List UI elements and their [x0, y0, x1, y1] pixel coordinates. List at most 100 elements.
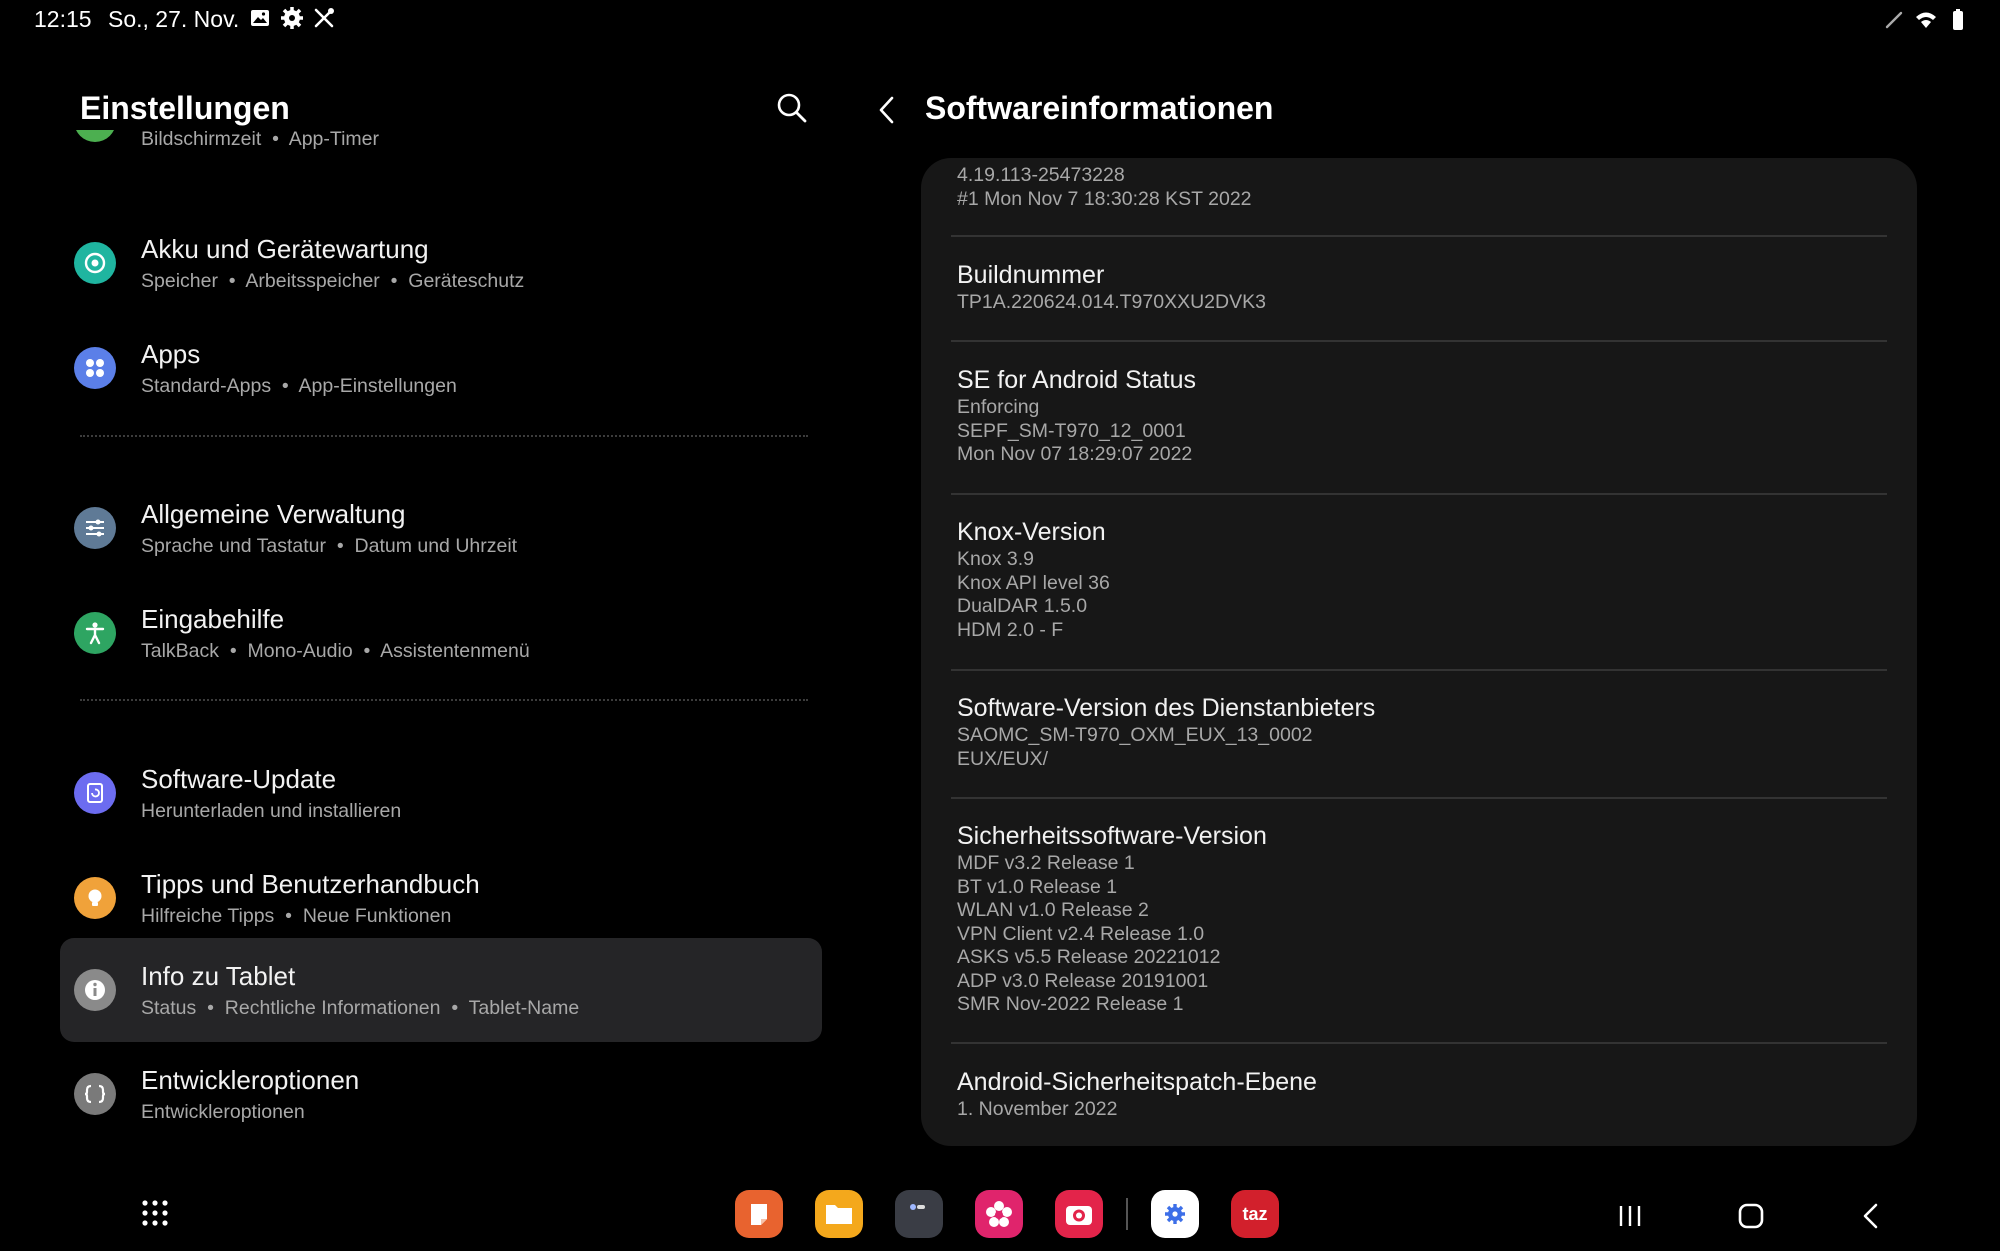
info-line: ADP v3.0 Release 20191001: [957, 969, 1209, 992]
gallery-icon: [251, 10, 269, 26]
tips-icon: [74, 877, 116, 919]
settings-item-apps[interactable]: Apps Standard-Apps • App-Einstellungen: [60, 317, 822, 421]
info-line: 4.19.113-25473228: [957, 164, 1125, 186]
info-title: Android-Sicherheitspatch-Ebene: [957, 1068, 1317, 1096]
settings-item-software-update[interactable]: Software-Update Herunterladen und instal…: [60, 742, 822, 846]
general-management-icon: [74, 507, 116, 549]
settings-title: Einstellungen: [80, 90, 290, 126]
info-title: Knox-Version: [957, 518, 1106, 546]
settings-item-title: Software-Update: [141, 764, 337, 794]
divider: [951, 340, 1887, 342]
info-title: Sicherheitssoftware-Version: [957, 822, 1267, 850]
info-line: Knox API level 36: [957, 571, 1110, 594]
divider: [951, 797, 1887, 799]
settings-item-digital-wellbeing[interactable]: Bildschirmzeit • App-Timer: [60, 130, 822, 174]
wifi-icon: [1916, 12, 1936, 28]
info-line: SAOMC_SM-T970_OXM_EUX_13_0002: [957, 724, 1313, 746]
app-drawer-icon[interactable]: [140, 1198, 170, 1228]
date: So., 27. Nov.: [108, 6, 240, 32]
apps-icon: [74, 347, 116, 389]
settings-item-title: Eingabehilfe: [141, 604, 285, 634]
status-bar: 12:15 So., 27. Nov.: [0, 0, 2000, 40]
settings-item-title: Akku und Gerätewartung: [141, 234, 429, 264]
security-software-version-block[interactable]: Sicherheitssoftware-Version MDF v3.2 Rel…: [957, 820, 1881, 1017]
developer-options-icon: [74, 1073, 116, 1115]
info-line: Enforcing: [957, 396, 1040, 418]
info-line: MDF v3.2 Release 1: [957, 852, 1135, 874]
camera-app-icon[interactable]: [1055, 1190, 1103, 1238]
settings-item-battery-device-care[interactable]: Akku und Gerätewartung Speicher • Arbeit…: [60, 212, 822, 316]
files-app-icon[interactable]: [815, 1190, 863, 1238]
dock-separator: [1126, 1198, 1128, 1230]
software-info-card: 4.19.113-25473228 #1 Mon Nov 7 18:30:28 …: [921, 158, 1917, 1146]
settings-item-title: Info zu Tablet: [141, 961, 296, 991]
section-divider: [80, 699, 808, 701]
security-patch-level-block[interactable]: Android-Sicherheitspatch-Ebene 1. Novemb…: [957, 1066, 1881, 1122]
notification-icons: [248, 6, 336, 30]
pen-icon: [1885, 11, 1903, 29]
knox-version-block[interactable]: Knox-Version Knox 3.9 Knox API level 36 …: [957, 516, 1881, 642]
clock: 12:15: [34, 6, 92, 32]
settings-item-subtitle: Speicher • Arbeitsspeicher • Geräteschut…: [141, 270, 525, 292]
settings-app-icon[interactable]: [1151, 1190, 1199, 1238]
info-title: Buildnummer: [957, 261, 1105, 289]
settings-item-title: Tipps und Benutzerhandbuch: [141, 869, 480, 899]
settings-item-subtitle: Entwickleroptionen: [141, 1101, 305, 1123]
settings-item-subtitle: Standard-Apps • App-Einstellungen: [141, 375, 457, 397]
wellbeing-icon: [74, 130, 116, 142]
settings-item-developer-options[interactable]: Entwickleroptionen Entwickleroptionen: [60, 1043, 822, 1140]
system-icons: [1882, 8, 1970, 32]
se-android-status-block[interactable]: SE for Android Status Enforcing SEPF_SM-…: [957, 364, 1881, 467]
flower-app-icon[interactable]: [975, 1190, 1023, 1238]
settings-item-about-tablet[interactable]: Info zu Tablet Status • Rechtliche Infor…: [60, 938, 822, 1042]
info-line: 1. November 2022: [957, 1098, 1118, 1120]
info-line: SMR Nov-2022 Release 1: [957, 993, 1184, 1015]
back-arrow-icon[interactable]: [872, 90, 902, 130]
accessibility-icon: [74, 612, 116, 654]
build-number-block[interactable]: Buildnummer TP1A.220624.014.T970XXU2DVK3: [957, 259, 1881, 315]
settings-item-subtitle: Sprache und Tastatur • Datum und Uhrzeit: [141, 535, 518, 557]
settings-item-subtitle: Herunterladen und installieren: [141, 800, 402, 822]
service-provider-version-block[interactable]: Software-Version des Dienstanbieters SAO…: [957, 692, 1881, 771]
info-title: SE for Android Status: [957, 366, 1197, 394]
battery-icon: [1953, 9, 1963, 30]
recent-apps-button[interactable]: [1610, 1196, 1650, 1236]
settings-item-tips-manual[interactable]: Tipps und Benutzerhandbuch Hilfreiche Ti…: [60, 847, 822, 951]
info-icon: [74, 969, 116, 1011]
settings-gear-icon: [281, 7, 303, 29]
software-update-icon: [74, 772, 116, 814]
divider: [951, 669, 1887, 671]
settings-item-title: Allgemeine Verwaltung: [141, 499, 406, 529]
settings-item-accessibility[interactable]: Eingabehilfe TalkBack • Mono-Audio • Ass…: [60, 582, 822, 686]
settings-item-title: Apps: [141, 339, 201, 369]
dark-app-icon[interactable]: [895, 1190, 943, 1238]
info-line: Mon Nov 07 18:29:07 2022: [957, 443, 1193, 465]
tools-icon: [314, 8, 334, 28]
info-line: DualDAR 1.5.0: [957, 595, 1088, 617]
notes-app-icon[interactable]: [735, 1190, 783, 1238]
device-care-icon: [74, 242, 116, 284]
info-line: WLAN v1.0 Release 2: [957, 899, 1149, 921]
settings-item-subtitle: Bildschirmzeit • App-Timer: [141, 130, 379, 150]
search-icon[interactable]: [772, 88, 812, 128]
divider: [951, 493, 1887, 495]
settings-list: Bildschirmzeit • App-Timer Akku und Gerä…: [60, 130, 822, 1140]
info-line: EUX/EUX/: [957, 747, 1049, 770]
settings-item-subtitle: Hilfreiche Tipps • Neue Funktionen: [141, 905, 452, 927]
settings-item-subtitle: TalkBack • Mono-Audio • Assistentenmenü: [141, 640, 530, 662]
kernel-version-block[interactable]: 4.19.113-25473228 #1 Mon Nov 7 18:30:28 …: [957, 164, 1881, 211]
info-line: Knox 3.9: [957, 548, 1034, 570]
info-line: HDM 2.0 - F: [957, 618, 1064, 641]
taz-app-icon[interactable]: taz: [1231, 1190, 1279, 1238]
back-button[interactable]: [1852, 1196, 1892, 1236]
taz-app-label: taz: [1242, 1203, 1268, 1224]
info-line: BT v1.0 Release 1: [957, 875, 1118, 898]
divider: [951, 1042, 1887, 1044]
info-line: #1 Mon Nov 7 18:30:28 KST 2022: [957, 187, 1252, 210]
info-title: Software-Version des Dienstanbieters: [957, 694, 1376, 722]
home-button[interactable]: [1731, 1196, 1771, 1236]
info-line: VPN Client v2.4 Release 1.0: [957, 922, 1205, 945]
page-title: Softwareinformationen: [925, 90, 1274, 126]
settings-item-subtitle: Status • Rechtliche Informationen • Tabl…: [141, 997, 580, 1019]
settings-item-general-management[interactable]: Allgemeine Verwaltung Sprache und Tastat…: [60, 477, 822, 581]
